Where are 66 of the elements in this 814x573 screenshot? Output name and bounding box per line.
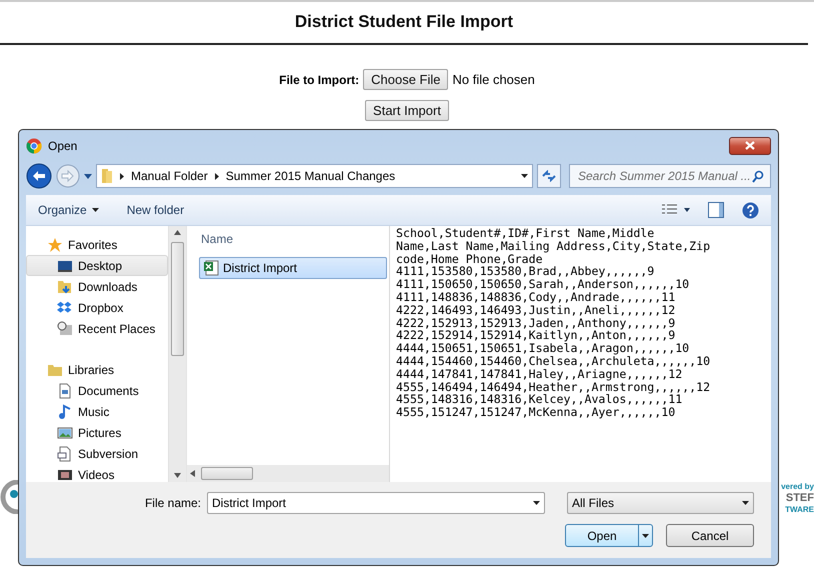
view-options-icon[interactable] <box>662 204 690 216</box>
browser-logo-icon <box>26 138 42 154</box>
music-note-icon <box>57 404 73 420</box>
refresh-icon <box>542 170 556 182</box>
nav-item[interactable]: Desktop <box>26 255 168 276</box>
caret-icon <box>642 534 649 538</box>
footer-text: TWARE <box>785 505 814 515</box>
caret-icon <box>742 501 749 505</box>
preview-pane-icon[interactable] <box>708 202 724 218</box>
nav-item[interactable]: Documents <box>26 380 168 401</box>
search-icon <box>752 170 764 182</box>
folder-icon <box>101 168 113 184</box>
document-icon <box>57 446 73 462</box>
breadcrumb-item[interactable]: Summer 2015 Manual Changes <box>226 169 396 183</box>
nav-item[interactable]: Videos <box>26 464 168 482</box>
file-status: No file chosen <box>452 72 535 87</box>
back-button[interactable] <box>26 163 52 189</box>
column-header[interactable]: Name <box>187 226 389 254</box>
scrollbar[interactable] <box>187 465 389 482</box>
dropbox-icon <box>57 300 73 316</box>
page-title: District Student File Import <box>0 12 808 45</box>
caret-icon <box>533 501 540 505</box>
footer-text: STEF <box>786 492 814 505</box>
new-folder-button[interactable]: New folder <box>126 203 184 217</box>
nav-item[interactable]: Subversion <box>26 443 168 464</box>
open-button[interactable]: Open <box>565 524 653 547</box>
nav-item[interactable]: Downloads <box>26 276 168 297</box>
start-import-button[interactable]: Start Import <box>365 100 449 121</box>
caret-icon <box>92 208 99 212</box>
organize-button[interactable]: Organize <box>38 203 99 217</box>
caret-icon <box>521 174 528 178</box>
logo-icon <box>0 480 18 514</box>
scroll-arrow-icon[interactable] <box>174 230 181 235</box>
nav-item[interactable]: Dropbox <box>26 297 168 318</box>
breadcrumb-arrow-icon <box>120 172 124 180</box>
close-icon <box>744 141 756 150</box>
picture-icon <box>57 424 73 440</box>
file-label: File to Import: <box>279 72 360 86</box>
nav-item[interactable]: Music <box>26 401 168 422</box>
folder-icon <box>57 278 73 294</box>
scroll-arrow-icon[interactable] <box>190 470 195 477</box>
footer-text: vered by <box>781 482 814 492</box>
scrollbar[interactable] <box>169 226 186 482</box>
file-name-label: File name: <box>144 496 201 510</box>
choose-file-button[interactable]: Choose File <box>363 69 448 90</box>
history-dropdown-icon[interactable] <box>84 174 92 178</box>
scroll-arrow-icon[interactable] <box>174 473 181 478</box>
nav-item[interactable]: Pictures <box>26 422 168 443</box>
file-name-field[interactable]: District Import <box>207 492 545 514</box>
cancel-button[interactable]: Cancel <box>666 524 754 547</box>
address-bar[interactable]: Manual Folder Summer 2015 Manual Changes <box>96 164 533 188</box>
nav-group[interactable]: Favorites <box>26 234 168 255</box>
nav-item[interactable]: Recent Places <box>26 318 168 339</box>
close-button[interactable] <box>729 136 771 154</box>
help-icon[interactable] <box>742 202 759 218</box>
breadcrumb-arrow-icon <box>214 172 219 180</box>
search-field[interactable]: Search Summer 2015 Manual ... <box>569 164 771 188</box>
nav-group[interactable]: Libraries <box>26 359 168 380</box>
star-icon <box>47 236 63 252</box>
refresh-button[interactable] <box>537 164 561 188</box>
file-item[interactable]: District Import <box>199 257 387 279</box>
spreadsheet-icon <box>203 260 219 276</box>
dialog-title: Open <box>48 138 78 152</box>
file-type-dropdown[interactable]: All Files <box>567 492 754 514</box>
document-icon <box>57 382 73 398</box>
breadcrumb-item[interactable]: Manual Folder <box>131 169 208 183</box>
